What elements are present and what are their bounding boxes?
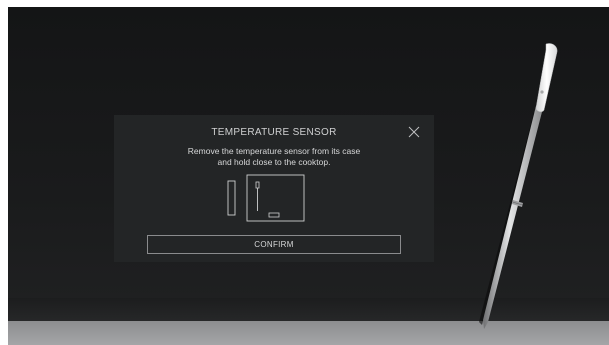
- dialog-message: Remove the temperature sensor from its c…: [114, 146, 434, 168]
- dialog-message-line-2: and hold close to the cooktop.: [217, 157, 331, 167]
- close-button[interactable]: [407, 125, 421, 139]
- close-icon: [408, 126, 420, 138]
- sensor-case-illustration-icon: [227, 174, 305, 222]
- screen: TEMPERATURE SENSOR Remove the temperatur…: [0, 0, 609, 345]
- temperature-sensor-dialog: TEMPERATURE SENSOR Remove the temperatur…: [114, 115, 434, 262]
- dialog-title: TEMPERATURE SENSOR: [211, 127, 337, 138]
- confirm-button[interactable]: CONFIRM: [147, 235, 401, 254]
- dialog-message-line-1: Remove the temperature sensor from its c…: [187, 146, 361, 156]
- temperature-probe-icon: [479, 43, 558, 329]
